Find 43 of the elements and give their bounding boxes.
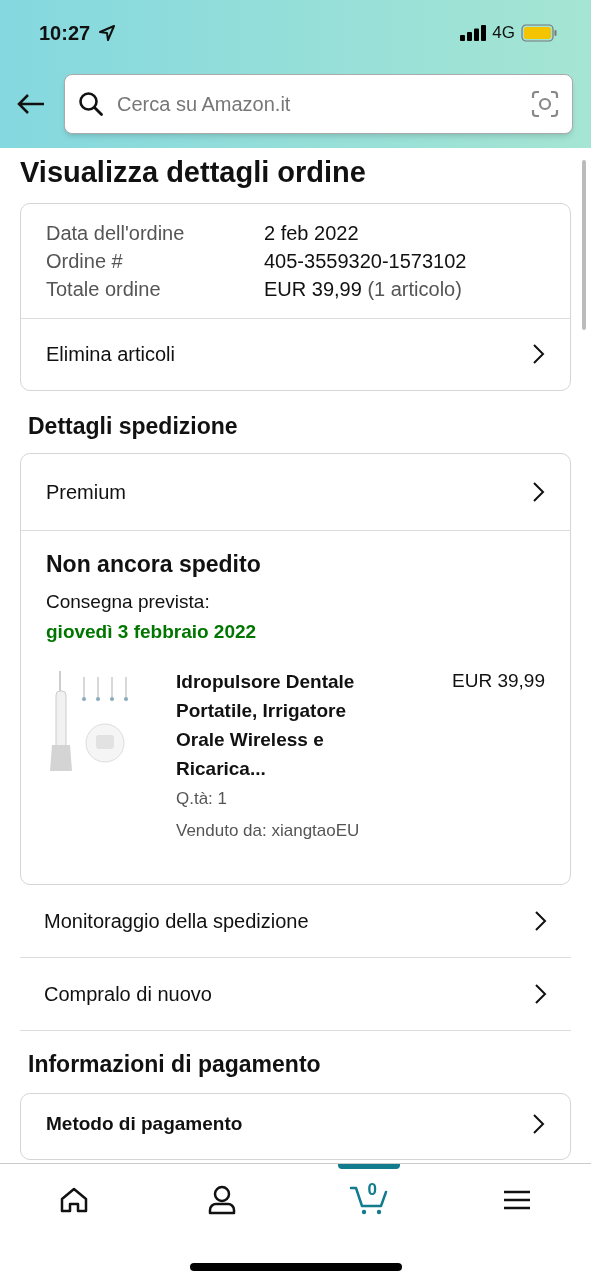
summary-value: EUR 39,99 (1 articolo)	[264, 276, 462, 302]
quantity-label: Q.tà: 1	[176, 787, 229, 810]
summary-label: Ordine #	[46, 248, 124, 274]
delivery-label: Consegna prevista:	[46, 589, 211, 614]
shipment-action-link[interactable]: Monitoraggio della spedizione	[44, 905, 547, 936]
product-title[interactable]: Idropulsore Dentale Portatile, Irrigatore Orale Wireless e Ricarica...	[176, 666, 381, 783]
battery-icon	[521, 23, 557, 42]
shipping-service-link[interactable]: Premium	[46, 477, 545, 507]
page-title: Visualizza dettagli ordine	[20, 155, 367, 190]
nav-tab[interactable]: 0	[295, 1164, 444, 1236]
section-heading: Dettagli spedizione	[27, 411, 239, 441]
shipment-action-link[interactable]: Compralo di nuovo	[44, 978, 547, 1009]
shipment-status: Non ancora spedito	[46, 550, 262, 579]
product-price: EUR 39,99	[452, 668, 545, 693]
signal-icon	[460, 24, 487, 41]
chevron-right-icon	[531, 481, 545, 503]
delivery-date: giovedì 3 febbraio 2022	[46, 620, 258, 644]
status-time: 10:27	[39, 20, 91, 46]
home-icon	[59, 1187, 88, 1213]
search-icon	[78, 91, 104, 117]
summary-value: 405-3559320-1573102	[264, 248, 467, 274]
summary-value: 2 feb 2022	[264, 220, 359, 246]
location-arrow-icon	[98, 23, 117, 42]
delete-items-link[interactable]: Elimina articoli	[46, 339, 545, 369]
cart-count: 0	[367, 1179, 377, 1201]
item-count-note: (1 articolo)	[366, 277, 462, 300]
network-label: 4G	[492, 21, 515, 44]
search-field[interactable]: Cerca su Amazon.it	[64, 74, 573, 134]
chevron-right-icon	[533, 982, 547, 1005]
section-heading: Informazioni di pagamento	[27, 1049, 322, 1079]
chevron-right-icon	[531, 1113, 545, 1136]
camera-scan-icon[interactable]	[531, 90, 559, 118]
back-arrow-icon[interactable]	[16, 93, 46, 115]
summary-label: Totale ordine	[46, 276, 162, 302]
payment-method-title: Metodo di pagamento	[46, 1112, 243, 1136]
chevron-right-icon	[533, 909, 547, 932]
chevron-right-icon	[531, 343, 545, 365]
summary-label: Data dell'ordine	[46, 220, 186, 246]
cart-icon	[349, 1185, 390, 1215]
selected-indicator	[338, 1164, 401, 1169]
seller-label: Venduto da: xiangtaoEU	[176, 820, 361, 842]
menu-icon	[503, 1189, 532, 1211]
account-icon	[207, 1185, 236, 1215]
